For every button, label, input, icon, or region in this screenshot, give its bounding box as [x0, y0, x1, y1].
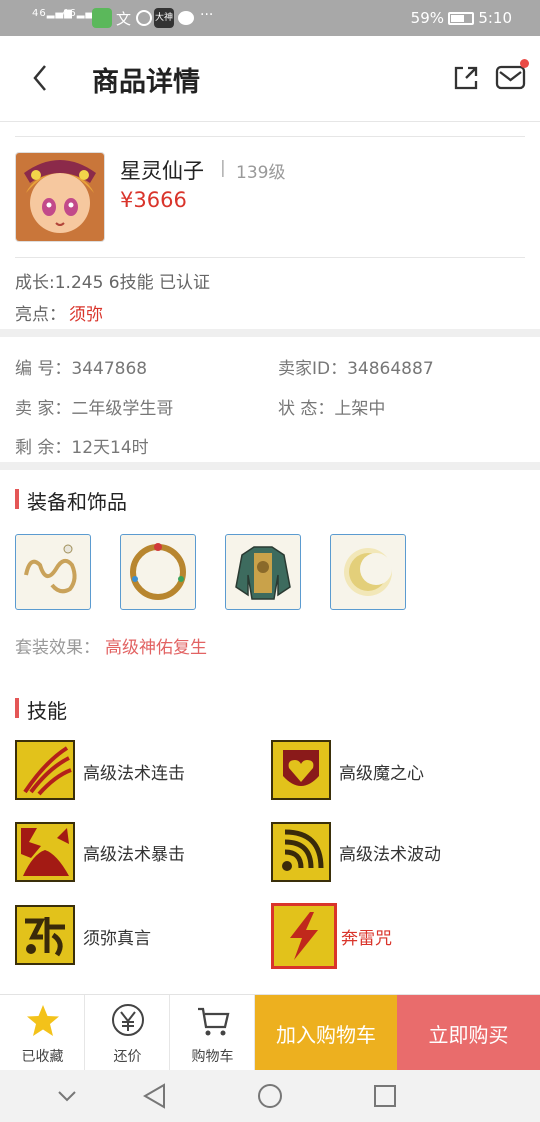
- clock: 5:10: [478, 9, 512, 27]
- lightning-icon: [290, 912, 318, 960]
- skill-label: 须弥真言: [83, 929, 151, 949]
- translate-icon: 文: [116, 10, 132, 28]
- system-nav-bar: [0, 1070, 540, 1122]
- app-header: 商品详情: [0, 36, 540, 122]
- mail-icon: [495, 65, 526, 90]
- app-notification-icon: [92, 8, 112, 28]
- share-button[interactable]: [452, 64, 480, 92]
- divider: [15, 136, 525, 137]
- listing-status: 状 态：上架中: [278, 399, 386, 419]
- page-title: 商品详情: [92, 67, 200, 98]
- product-name: 星灵仙子: [120, 159, 204, 183]
- status-bar: 46▂▄▆ 46▂▄▆ 文 大神 ··· 59% 5:10: [0, 0, 540, 36]
- wave-icon: [282, 829, 324, 871]
- message-button[interactable]: [495, 64, 527, 92]
- skill-label: 高级魔之心: [339, 764, 424, 784]
- skill-icon[interactable]: [15, 740, 75, 800]
- battery-icon: [448, 12, 474, 25]
- section-gap: [0, 329, 540, 337]
- equipment-item[interactable]: [15, 534, 91, 610]
- fairy-portrait-icon: [16, 153, 104, 241]
- product-level: 139级: [236, 163, 286, 183]
- product-price: ¥3666: [120, 188, 187, 212]
- more-icon: ···: [200, 7, 214, 23]
- chevron-down-icon[interactable]: [56, 1086, 78, 1106]
- item-id: 编 号：3447868: [15, 359, 148, 379]
- share-icon: [454, 66, 478, 90]
- divider: [15, 257, 525, 258]
- bargain-label: 还价: [113, 1049, 142, 1065]
- section-gap: [0, 462, 540, 470]
- shopping-cart-icon: [198, 1007, 230, 1036]
- notification-dot: [520, 59, 529, 68]
- name-separator: |: [220, 158, 226, 178]
- nav-back-icon[interactable]: [142, 1082, 168, 1110]
- highlight-label: 亮点：: [15, 305, 66, 325]
- skill-label: 高级法术连击: [83, 764, 185, 784]
- ring-icon: [130, 543, 186, 600]
- yen-coin-icon: [112, 1004, 144, 1036]
- rune-icon: [25, 917, 65, 957]
- nav-recents-icon[interactable]: [372, 1083, 398, 1109]
- equipment-item[interactable]: [120, 534, 196, 610]
- skill-icon[interactable]: [15, 822, 75, 882]
- bargain-button[interactable]: 还价: [85, 995, 170, 1071]
- app-badge-label: 大神: [154, 13, 173, 23]
- battery-percent: 59%: [410, 9, 444, 27]
- moon-ornament-icon: [344, 548, 392, 596]
- signal-2-label: 46: [62, 8, 77, 19]
- section-marker: [15, 698, 19, 718]
- burst-icon: [21, 828, 69, 876]
- signal-1-label: 46: [32, 8, 47, 19]
- equipment-item[interactable]: [225, 534, 301, 610]
- skill-label-selected: 奔雷咒: [341, 929, 392, 949]
- favorite-label: 已收藏: [21, 1049, 64, 1065]
- add-to-cart-button[interactable]: 加入购物车: [255, 995, 397, 1071]
- skill-icon-selected[interactable]: [271, 903, 337, 969]
- set-effect-label: 套装效果：: [15, 638, 100, 658]
- growth-info: 成长:1.245 6技能 已认证: [15, 273, 211, 293]
- pet-avatar[interactable]: [15, 152, 105, 242]
- seller-id: 卖家ID：34864887: [278, 359, 434, 379]
- back-button[interactable]: [22, 58, 62, 98]
- skill-label: 高级法术波动: [339, 845, 441, 865]
- bottom-action-bar: 已收藏 还价 购物车 加入购物车 立即购买: [0, 994, 540, 1071]
- nav-home-icon[interactable]: [256, 1082, 284, 1110]
- favorite-button[interactable]: 已收藏: [0, 995, 85, 1071]
- time-remaining: 剩 余：12天14时: [15, 438, 149, 458]
- page: 46▂▄▆ 46▂▄▆ 文 大神 ··· 59% 5:10 商品详情 星灵仙子 …: [0, 0, 540, 1122]
- dashen-app-icon: 大神: [154, 8, 174, 28]
- skill-icon[interactable]: [15, 905, 75, 965]
- necklace-icon: [24, 544, 77, 594]
- chevron-left-icon: [33, 65, 46, 91]
- cart-label: 购物车: [191, 1049, 234, 1065]
- equipment-section-title: 装备和饰品: [27, 490, 127, 514]
- heart-emblem-icon: [283, 750, 319, 786]
- highlight-value: 须弥: [69, 305, 103, 325]
- claw-slash-icon: [23, 746, 72, 796]
- section-marker: [15, 489, 19, 509]
- headset-icon: [136, 10, 152, 26]
- cart-button[interactable]: 购物车: [170, 995, 255, 1071]
- equipment-item[interactable]: [330, 534, 406, 610]
- armor-icon: [235, 546, 291, 600]
- skill-label: 高级法术暴击: [83, 845, 185, 865]
- skill-icon[interactable]: [271, 740, 331, 800]
- buy-now-button[interactable]: 立即购买: [397, 995, 540, 1071]
- skill-icon[interactable]: [271, 822, 331, 882]
- seller-name: 卖 家：二年级学生哥: [15, 399, 174, 419]
- set-effect-value: 高级神佑复生: [105, 638, 207, 658]
- chat-icon: [178, 11, 194, 25]
- star-icon: [27, 1005, 59, 1036]
- skills-section-title: 技能: [27, 699, 67, 723]
